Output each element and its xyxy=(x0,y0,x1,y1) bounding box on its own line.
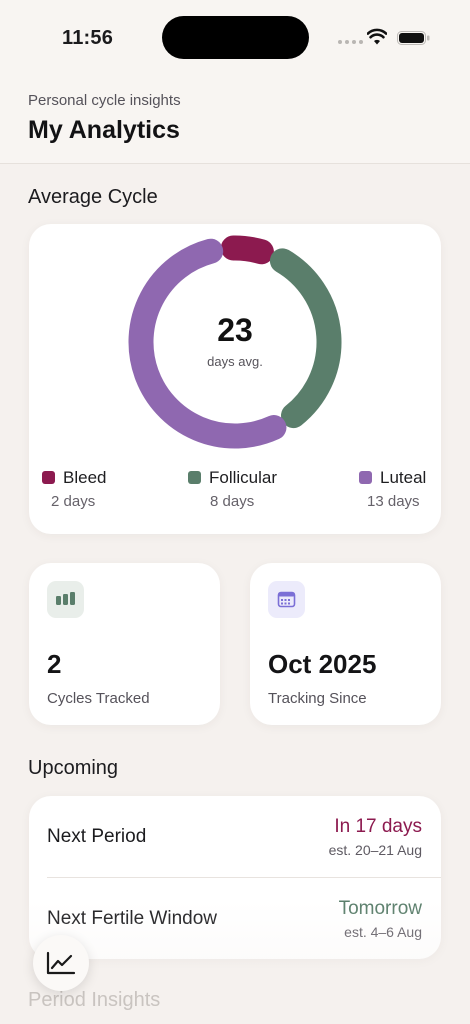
cycles-tracked-label: Cycles Tracked xyxy=(47,690,150,707)
legend-days-follicular: 8 days xyxy=(210,493,255,510)
average-days-value: 23 xyxy=(217,312,253,348)
cycles-tracked-card[interactable]: 2 Cycles Tracked xyxy=(29,563,220,725)
cycles-tracked-value: 2 xyxy=(47,649,62,679)
fertile-window-label: Next Fertile Window xyxy=(47,908,217,929)
legend-follicular: Follicular xyxy=(188,468,277,488)
trend-chart-icon xyxy=(46,951,76,975)
legend-days-bleed: 2 days xyxy=(51,493,96,510)
legend-swatch-follicular xyxy=(188,471,201,484)
legend-bleed: Bleed xyxy=(42,468,106,488)
next-period-estimate: est. 20–21 Aug xyxy=(328,842,422,858)
calendar-icon xyxy=(268,581,305,618)
upcoming-title: Upcoming xyxy=(28,757,119,779)
average-cycle-card: 23 days avg. Bleed 2 days Follicular 8 d… xyxy=(29,224,441,534)
bar-chart-icon xyxy=(47,581,84,618)
legend-swatch-luteal xyxy=(359,471,372,484)
analytics-fab-button[interactable] xyxy=(33,935,89,991)
period-insights-title: Period Insights xyxy=(28,989,161,1011)
legend-label-luteal: Luteal xyxy=(380,468,427,487)
tracking-since-card[interactable]: Oct 2025 Tracking Since xyxy=(250,563,441,725)
tracking-since-value: Oct 2025 xyxy=(268,649,377,679)
status-time: 11:56 xyxy=(62,27,114,49)
average-cycle-title: Average Cycle xyxy=(28,186,158,208)
fertile-window-value: Tomorrow xyxy=(338,898,422,919)
legend-days-luteal: 13 days xyxy=(367,493,420,510)
upcoming-divider xyxy=(47,877,441,878)
battery-icon xyxy=(397,31,430,45)
cellular-signal-icon xyxy=(338,40,363,44)
legend-label-bleed: Bleed xyxy=(63,468,107,487)
average-days-caption: days avg. xyxy=(207,354,263,369)
page-subtitle: Personal cycle insights xyxy=(28,92,181,109)
next-period-label: Next Period xyxy=(47,826,147,847)
donut-segment-bleed xyxy=(220,235,274,265)
wifi-icon xyxy=(367,28,387,45)
legend-swatch-bleed xyxy=(42,471,55,484)
next-period-value: In 17 days xyxy=(334,816,422,837)
status-bar: 11:56 xyxy=(0,0,470,78)
fertile-window-estimate: est. 4–6 Aug xyxy=(344,924,422,940)
legend-label-follicular: Follicular xyxy=(209,468,278,487)
legend-luteal: Luteal xyxy=(359,468,426,488)
tracking-since-label: Tracking Since xyxy=(268,690,367,707)
page-title: My Analytics xyxy=(28,116,180,144)
dynamic-island xyxy=(162,16,309,59)
